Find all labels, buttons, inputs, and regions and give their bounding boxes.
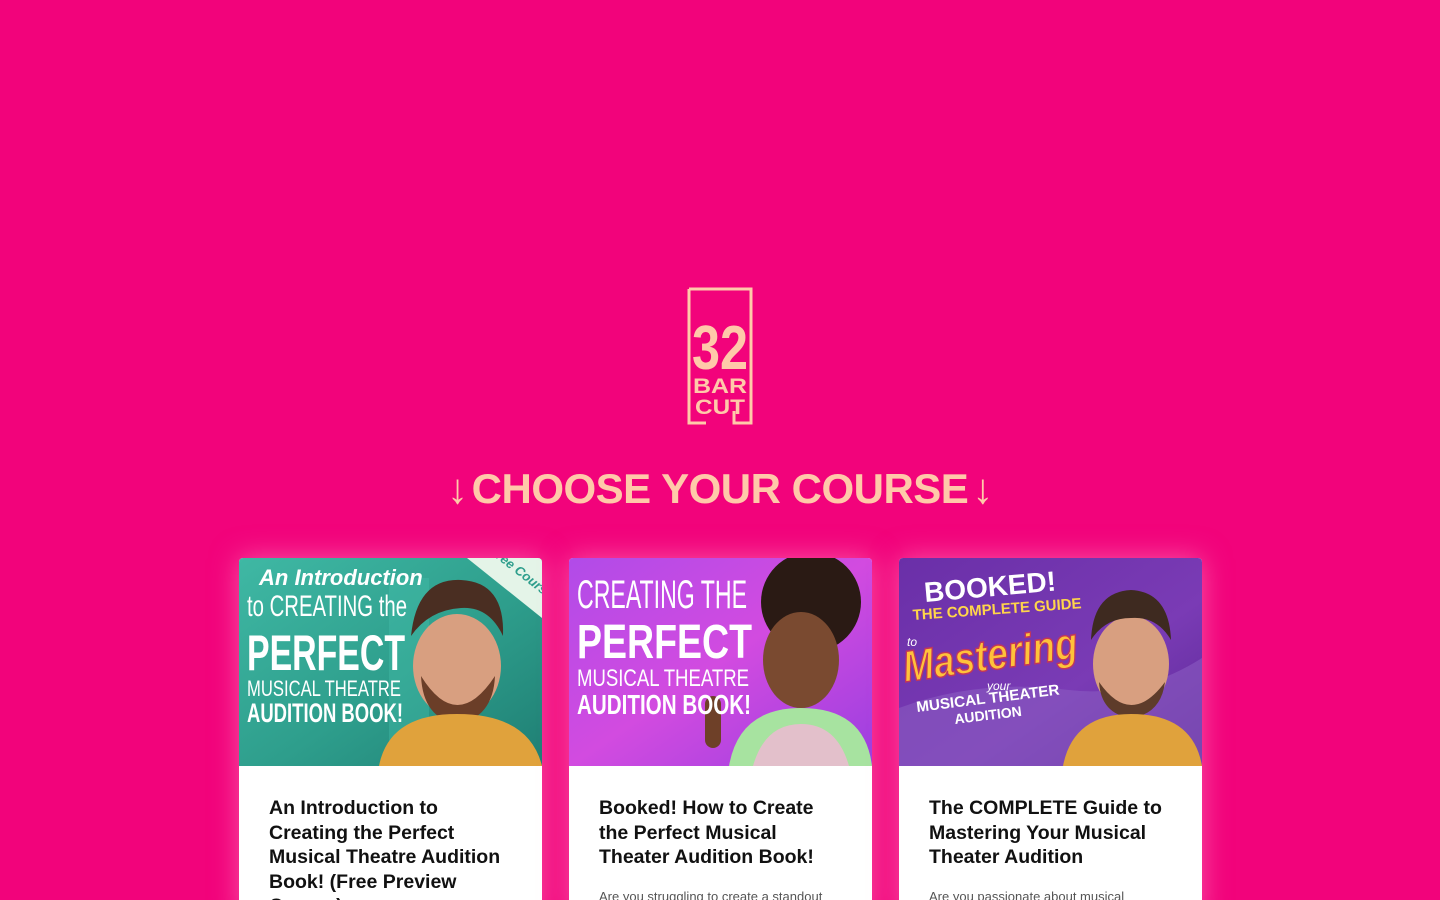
arrow-down-icon: ↓ [972, 465, 993, 512]
course-card[interactable]: CREATING THE PERFECT MUSICAL THEATRE AUD… [569, 558, 872, 900]
logo-number: 32 [692, 314, 748, 383]
arrow-down-icon: ↓ [447, 465, 468, 512]
logo-line1: BAR [693, 375, 747, 398]
32-bar-cut-logo[interactable]: 32 BAR CUT [686, 287, 754, 427]
course-title[interactable]: Booked! How to Create the Perfect Musica… [599, 796, 844, 870]
thumb-text: AUDITION BOOK! [247, 698, 403, 728]
thumb-text: PERFECT [577, 616, 752, 669]
course-title[interactable]: An Introduction to Creating the Perfect … [269, 796, 514, 900]
thumb-text: MUSICAL THEATRE [577, 665, 749, 692]
course-description: Are you passionate about musical [929, 889, 1125, 900]
thumb-text: PERFECT [247, 625, 405, 681]
thumb-text: CREATING THE [577, 573, 747, 617]
thumb-text: to CREATING the [247, 590, 407, 623]
choose-course-heading: ↓CHOOSE YOUR COURSE↓ [0, 462, 1440, 516]
page: 32 BAR CUT ↓CHOOSE YOUR COURSE↓ An Intro… [0, 0, 1440, 900]
course-thumbnail[interactable]: BOOKED! THE COMPLETE GUIDE to Mastering … [899, 558, 1202, 766]
course-card[interactable]: Free Course An Introduction to CREATING … [239, 558, 542, 900]
course-description: Are you struggling to create a standout [599, 889, 823, 900]
logo-icon: 32 BAR CUT [687, 287, 753, 425]
course-title[interactable]: The COMPLETE Guide to Mastering Your Mus… [929, 796, 1174, 870]
course-card[interactable]: BOOKED! THE COMPLETE GUIDE to Mastering … [899, 558, 1202, 900]
heading-text: CHOOSE YOUR COURSE [471, 465, 969, 512]
course-thumbnail[interactable]: Free Course An Introduction to CREATING … [239, 558, 542, 766]
thumb-text: An Introduction [258, 565, 423, 590]
thumb-text: AUDITION BOOK! [577, 689, 751, 720]
logo-line2: CUT [695, 396, 745, 419]
course-thumbnail[interactable]: CREATING THE PERFECT MUSICAL THEATRE AUD… [569, 558, 872, 766]
